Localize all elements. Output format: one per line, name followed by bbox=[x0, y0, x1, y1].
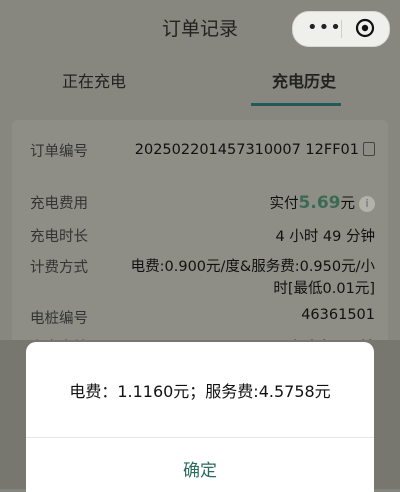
billing-value: 电费:0.900元/度&服务费:0.950元/小 时[最低0.01元] bbox=[131, 256, 375, 300]
billing-line-1: 电费:0.900元/度&服务费:0.950元/小 bbox=[130, 259, 375, 275]
duration-value: 4 小时 49 分钟 bbox=[275, 229, 375, 245]
billing-line-2: 时[最低0.01元] bbox=[273, 281, 375, 297]
fee-breakdown-dialog: 电费：1.1160元；服务费:4.5758元 确定 bbox=[26, 342, 374, 492]
order-number-label: 订单编号 bbox=[30, 144, 88, 160]
header: 订单记录 ••• bbox=[0, 0, 400, 56]
order-number-value: 202502201457310007 12FF01 bbox=[135, 140, 375, 158]
target-icon[interactable] bbox=[355, 18, 375, 38]
fee-prefix: 实付 bbox=[269, 196, 299, 212]
mini-program-capsule: ••• bbox=[292, 11, 390, 47]
fee-label: 充电费用 bbox=[30, 196, 88, 212]
tab-charging[interactable]: 正在充电 bbox=[62, 68, 126, 92]
dialog-divider bbox=[26, 437, 374, 438]
copy-icon[interactable] bbox=[363, 142, 375, 156]
tab-bar: 正在充电 充电历史 bbox=[0, 56, 400, 110]
confirm-button[interactable]: 确定 bbox=[26, 456, 374, 481]
billing-label: 计费方式 bbox=[30, 260, 88, 276]
more-dots-icon[interactable]: ••• bbox=[307, 19, 342, 37]
duration-label: 充电时长 bbox=[30, 229, 88, 245]
pile-label: 电桩编号 bbox=[30, 311, 88, 327]
active-tab-indicator bbox=[251, 103, 341, 106]
info-icon[interactable]: i bbox=[359, 196, 375, 212]
dialog-message: 电费：1.1160元；服务费:4.5758元 bbox=[69, 382, 331, 401]
fee-amount: 5.69 bbox=[298, 193, 341, 213]
fee-unit: 元 bbox=[340, 196, 356, 212]
tab-history[interactable]: 充电历史 bbox=[272, 68, 336, 92]
fee-value: 实付5.69元 i bbox=[270, 192, 375, 213]
order-number: 202502201457310007 12FF01 bbox=[134, 142, 359, 158]
capsule-divider bbox=[341, 20, 342, 38]
pile-value: 46361501 bbox=[301, 307, 375, 323]
